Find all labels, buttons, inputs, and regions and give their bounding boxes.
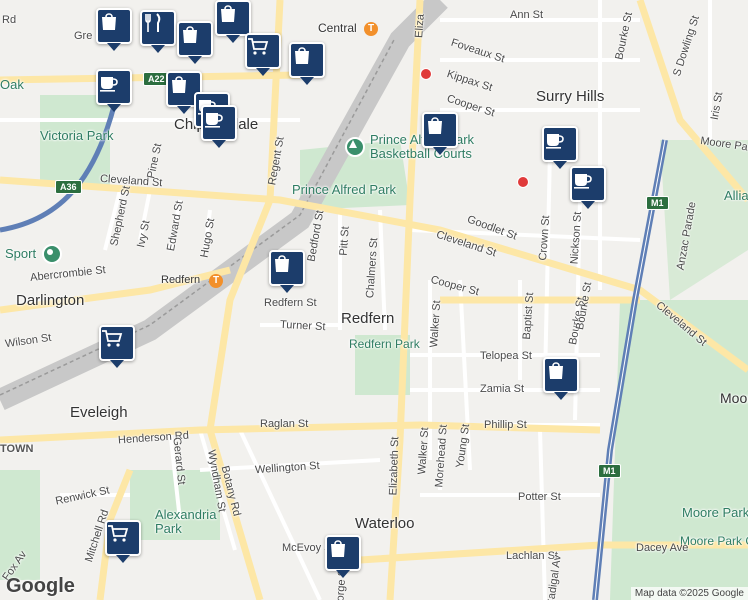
google-logo[interactable]: Google xyxy=(6,575,75,598)
route-shield: A36 xyxy=(55,180,82,194)
shopping-cart-icon xyxy=(102,330,123,347)
grocery-marker[interactable] xyxy=(99,325,135,368)
shopping-bag-icon xyxy=(172,76,186,93)
shopping-bag-marker[interactable] xyxy=(543,357,579,400)
map-attribution[interactable]: Map data ©2025 Google xyxy=(630,587,748,600)
shopping-bag-icon xyxy=(428,117,442,134)
route-shield: M1 xyxy=(646,196,669,210)
cafe-marker[interactable] xyxy=(201,105,237,148)
shopping-bag-icon xyxy=(331,540,345,557)
grocery-marker[interactable] xyxy=(245,33,281,76)
street-label: Telopea St xyxy=(480,350,532,362)
suburb-label: Moore xyxy=(720,390,748,406)
poi-label[interactable]: Prince Alfred Park xyxy=(292,182,396,197)
poi-label[interactable]: Sport xyxy=(5,246,36,261)
metro-station-icon[interactable] xyxy=(420,68,432,80)
suburb-label: Eveleigh xyxy=(70,404,128,421)
street-label: Pitt St xyxy=(337,225,352,257)
street-label: Gre xyxy=(74,30,93,42)
cafe-marker[interactable] xyxy=(570,166,606,209)
street-label: Dacey Ave xyxy=(636,542,689,554)
sport-pin-icon[interactable] xyxy=(42,244,62,264)
poi-label[interactable]: Victoria Park xyxy=(40,128,113,143)
coffee-cup-icon xyxy=(574,174,592,189)
coffee-cup-icon xyxy=(205,113,223,128)
grocery-marker[interactable] xyxy=(105,520,141,563)
map-canvas[interactable]: Redfern Surry Hills Darlington Eveleigh … xyxy=(0,0,748,600)
street-label: Redfern St xyxy=(264,297,317,309)
shopping-bag-marker[interactable] xyxy=(269,250,305,293)
station-label-redfern[interactable]: Redfern xyxy=(161,274,200,286)
poi-label[interactable]: Alexandria Park xyxy=(155,508,216,536)
suburb-label: Darlington xyxy=(16,292,85,309)
shopping-bag-icon xyxy=(549,362,563,379)
poi-label[interactable]: Redfern Park xyxy=(349,337,420,351)
shopping-cart-icon xyxy=(108,525,129,542)
shopping-bag-marker[interactable] xyxy=(325,535,361,578)
street-label: Eliza xyxy=(413,13,427,39)
shopping-bag-icon xyxy=(183,26,197,43)
street-label: Elizabeth St xyxy=(387,436,402,496)
suburb-label: Moore Park Golf xyxy=(680,534,748,548)
suburb-label: Surry Hills xyxy=(536,88,605,105)
shopping-bag-icon xyxy=(102,13,116,30)
shopping-bag-marker[interactable] xyxy=(215,0,251,43)
shopping-cart-icon xyxy=(248,38,269,55)
suburb-label: Alliance xyxy=(724,188,748,203)
shopping-bag-icon xyxy=(275,255,289,272)
moore-park-area xyxy=(610,300,748,600)
coffee-cup-icon xyxy=(100,77,118,92)
route-shield: M1 xyxy=(598,464,621,478)
poi-label[interactable]: Oak xyxy=(0,77,24,92)
shopping-bag-marker[interactable] xyxy=(422,112,458,155)
cafe-marker[interactable] xyxy=(542,126,578,169)
street-label: Phillip St xyxy=(484,419,527,431)
coffee-cup-icon xyxy=(546,134,564,149)
cafe-marker[interactable] xyxy=(96,69,132,112)
restaurant-marker[interactable] xyxy=(140,10,176,53)
metro-station-icon[interactable] xyxy=(517,176,529,188)
train-station-icon[interactable]: T xyxy=(364,22,378,36)
street-label: Rd xyxy=(2,14,17,26)
shopping-bag-icon xyxy=(295,47,309,64)
suburb-label: Waterloo xyxy=(355,515,415,532)
moore-park-north-area xyxy=(660,140,748,300)
street-label: Ann St xyxy=(510,9,544,21)
park-pin-icon[interactable] xyxy=(345,137,365,157)
street-label: Turner St xyxy=(279,318,326,334)
shopping-bag-icon xyxy=(221,5,235,22)
suburb-label: Redfern xyxy=(341,310,395,327)
shopping-bag-marker[interactable] xyxy=(177,21,213,64)
street-label: TOWN xyxy=(0,443,34,455)
train-station-icon[interactable]: T xyxy=(209,274,223,288)
shopping-bag-marker[interactable] xyxy=(289,42,325,85)
street-label: Raglan St xyxy=(260,418,309,430)
fork-knife-icon xyxy=(145,13,161,32)
street-label: Potter St xyxy=(518,491,561,503)
street-label: Zamia St xyxy=(480,383,525,395)
shopping-bag-marker[interactable] xyxy=(96,8,132,51)
suburb-label: Moore Park xyxy=(682,505,748,520)
station-label-central[interactable]: Central xyxy=(318,21,357,35)
